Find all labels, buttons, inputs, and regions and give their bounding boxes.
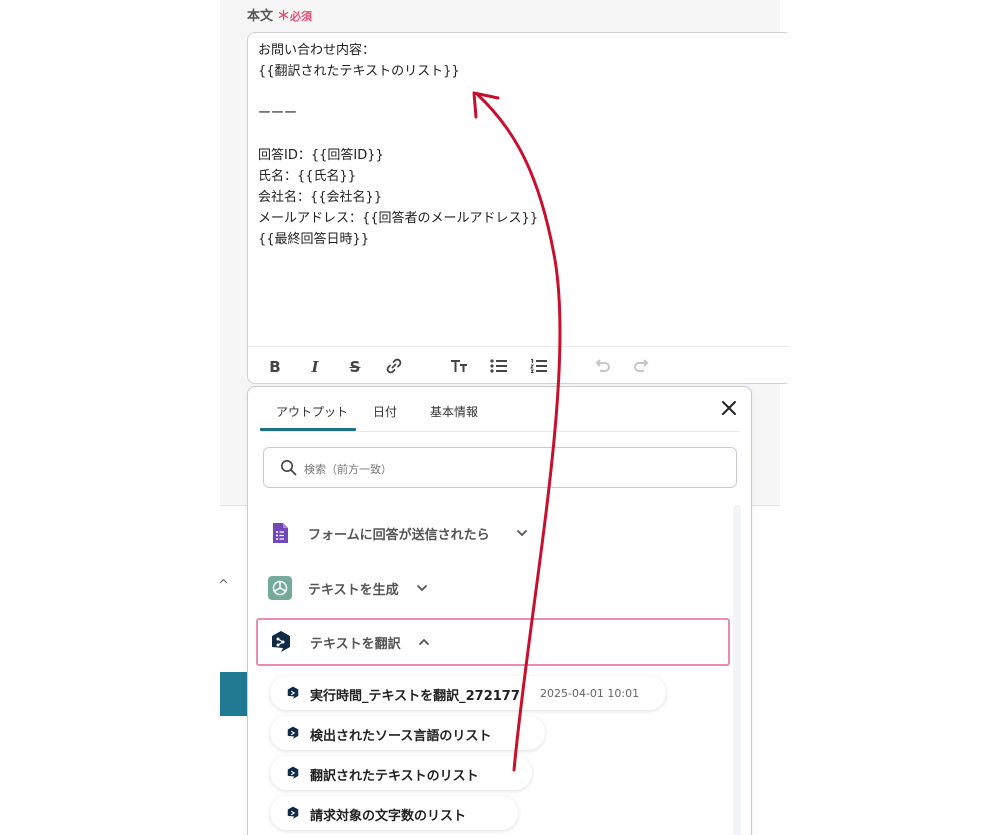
deepl-icon [287,686,299,699]
chip-value-preview: 2025-04-01 10:01 [540,687,640,700]
output-chip-execution-time[interactable]: 実行時間_テキストを翻訳_272177 2025-04-01 10:01 [270,676,666,710]
deepl-icon [272,631,290,652]
tab-date[interactable]: 日付 [373,403,397,420]
body-label-text: 本文 [247,9,274,24]
chevron-down-icon [517,530,527,537]
bullet-list-icon [490,359,507,373]
redo-button[interactable] [631,357,653,377]
primary-button-partial[interactable] [220,672,250,716]
undo-icon [595,359,610,372]
chatgpt-icon [268,576,292,600]
app-row-generate-text[interactable]: テキストを生成 [256,564,730,612]
app-label-translate-text: テキストを翻訳 [310,637,401,652]
chip-label: 請求対象の文字数のリスト [310,809,467,824]
text-size-icon [451,360,467,372]
tab-divider [260,431,740,432]
body-field-label: 本文 ＊必須 [247,5,312,24]
bullet-list-button[interactable] [488,357,510,377]
app-label-generate-text: テキストを生成 [308,583,399,598]
chip-label: 実行時間_テキストを翻訳_272177 [310,689,520,704]
chevron-down-icon [417,585,427,592]
deepl-icon [287,726,299,739]
tab-basic-info[interactable]: 基本情報 [430,403,478,420]
font-size-button[interactable] [448,357,470,377]
google-forms-icon [273,523,288,543]
output-chip-detected-languages[interactable]: 検出されたソース言語のリスト [270,716,545,750]
body-editor-content[interactable]: お問い合わせ内容： {{翻訳されたテキストのリスト}} ーーー 回答ID：{{回… [258,40,538,250]
redo-icon [634,359,649,372]
chip-label: 検出されたソース言語のリスト [310,729,492,744]
scrollbar[interactable] [733,505,741,835]
body-editor[interactable]: お問い合わせ内容： {{翻訳されたテキストのリスト}} ーーー 回答ID：{{回… [247,32,788,384]
output-chip-billed-characters[interactable]: 請求対象の文字数のリスト [270,796,518,830]
close-button[interactable] [718,399,740,421]
bold-button[interactable]: B [264,357,286,377]
link-icon [386,358,402,374]
tab-output[interactable]: アウトプット [276,403,348,420]
variable-picker-popover: アウトプット 日付 基本情報 検索（前方一致） フォームに回答が送信されたら テ… [247,386,752,835]
page: ^ 本文 ＊必須 お問い合わせ内容： {{翻訳されたテキストのリスト}} ーーー … [0,0,1000,835]
required-star-icon: ＊ [277,9,291,24]
chevron-up-icon [419,638,429,645]
link-button[interactable] [383,357,405,377]
app-label-forms: フォームに回答が送信されたら [308,528,490,543]
app-row-forms[interactable]: フォームに回答が送信されたら [256,509,730,557]
italic-button[interactable]: I [304,357,326,377]
chip-label: 翻訳されたテキストのリスト [310,769,479,784]
app-row-translate-text[interactable]: テキストを翻訳 [256,618,730,666]
search-input[interactable]: 検索（前方一致） [263,447,737,488]
undo-button[interactable] [591,357,613,377]
numbered-list-icon [529,358,547,374]
deepl-icon [287,766,299,779]
deepl-icon [287,806,299,819]
search-placeholder: 検索（前方一致） [304,463,392,476]
editor-toolbar: B I S [248,346,788,384]
numbered-list-button[interactable] [528,357,550,377]
close-icon [722,401,736,415]
strikethrough-button[interactable]: S [344,357,366,377]
required-text: 必須 [290,10,313,23]
collapse-caret-icon[interactable]: ^ [218,578,229,593]
search-icon [281,460,297,476]
output-chip-translated-texts[interactable]: 翻訳されたテキストのリスト [270,756,532,790]
